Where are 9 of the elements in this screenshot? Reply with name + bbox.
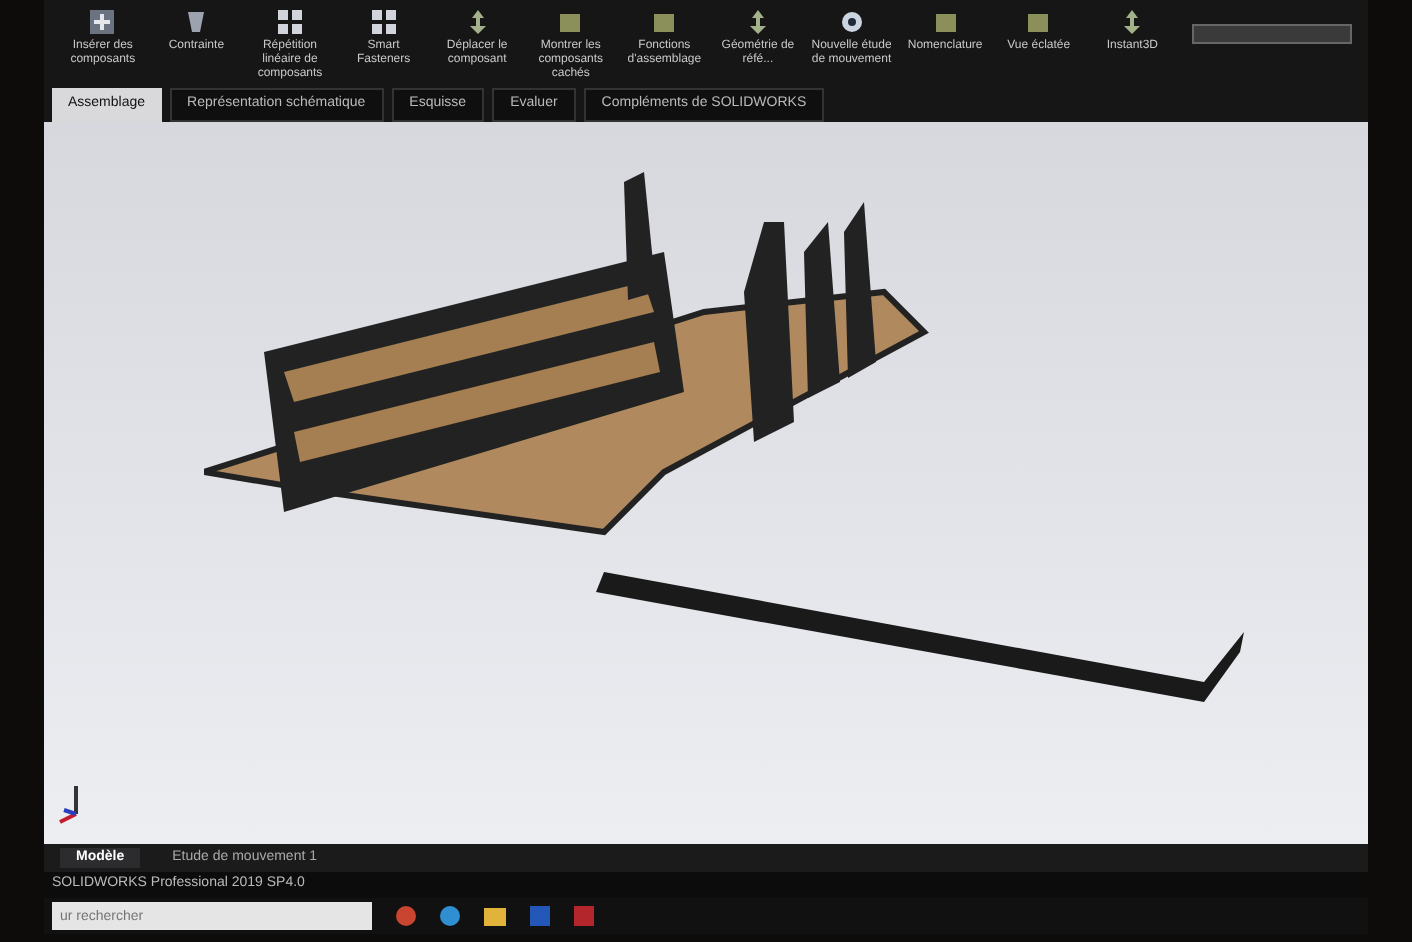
tool-icon bbox=[650, 8, 679, 36]
tool-icon bbox=[556, 8, 585, 36]
search-field[interactable] bbox=[1191, 24, 1353, 44]
tool-icon bbox=[369, 8, 398, 36]
tool-icon bbox=[88, 8, 117, 36]
tool-icon bbox=[931, 8, 960, 36]
tool-icon bbox=[1024, 8, 1053, 36]
tool-icon bbox=[275, 8, 304, 36]
tool-icon bbox=[837, 8, 866, 36]
